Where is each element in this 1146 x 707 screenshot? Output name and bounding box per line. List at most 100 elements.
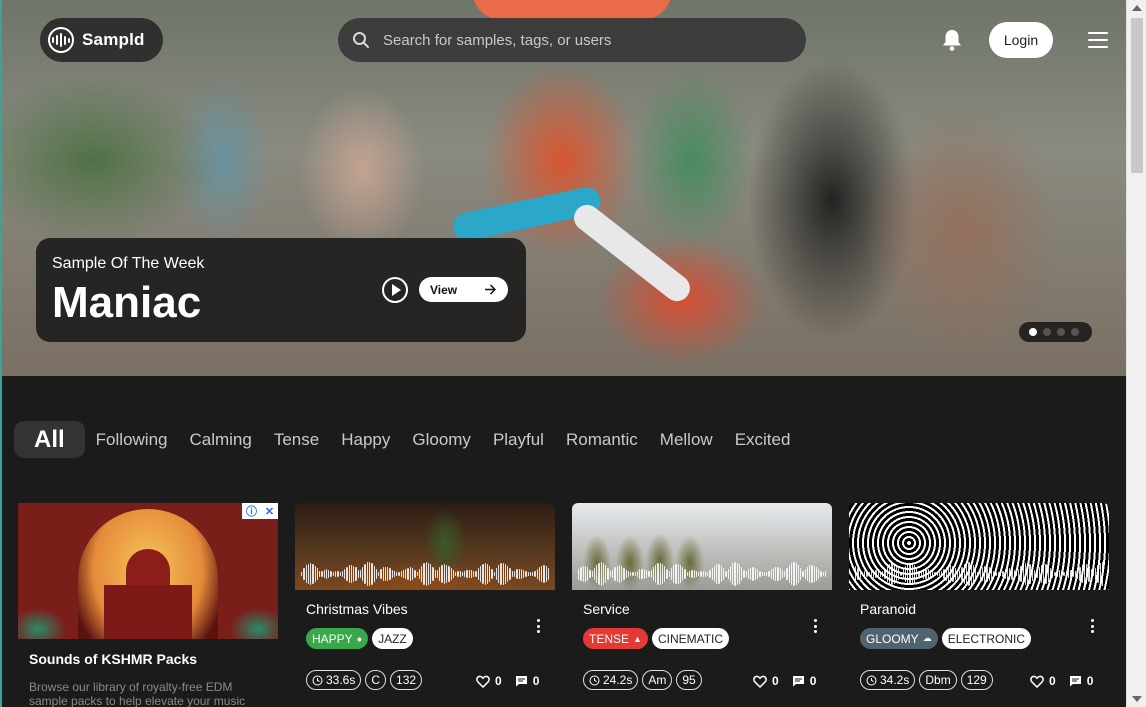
sample-of-the-week-panel: Sample Of The Week Maniac View: [36, 238, 526, 342]
sample-metadata: 34.2s Dbm 129: [860, 670, 993, 690]
bpm-pill: 132: [390, 670, 423, 690]
ad-image[interactable]: ⓘ ✕: [18, 503, 278, 639]
filter-all[interactable]: All: [14, 421, 85, 458]
circle-icon: ●: [356, 633, 363, 644]
sample-card[interactable]: Christmas Vibes HAPPY ● JAZZ 33.6s C 132 …: [295, 503, 555, 707]
comment-count: 0: [532, 674, 540, 688]
ad-choices-icon[interactable]: ⓘ ✕: [242, 503, 278, 519]
comment-count: 0: [1086, 674, 1094, 688]
cloud-icon: ☁: [922, 633, 932, 643]
waveform: [301, 562, 550, 586]
filter-mellow[interactable]: Mellow: [660, 430, 713, 450]
like-count: 0: [772, 674, 779, 688]
mood-tag[interactable]: GLOOMY ☁: [860, 628, 938, 649]
sample-stats: 0 0: [476, 674, 552, 688]
sample-metadata: 33.6s C 132: [306, 670, 423, 690]
arrow-right-icon: [485, 284, 496, 295]
clock-icon: [589, 675, 600, 685]
search-icon: [353, 32, 369, 48]
bpm-pill: 95: [676, 670, 702, 690]
filter-happy[interactable]: Happy: [341, 430, 390, 450]
clock-icon: [312, 675, 323, 685]
window-frame-edge: [0, 0, 2, 707]
notification-bell-icon[interactable]: [941, 28, 963, 52]
filter-calming[interactable]: Calming: [189, 430, 251, 450]
waveform: [578, 562, 827, 586]
sample-cover-image[interactable]: [572, 503, 832, 590]
sample-title[interactable]: Christmas Vibes: [306, 601, 408, 617]
flame-icon: ▲: [633, 633, 642, 644]
sample-card[interactable]: Paranoid GLOOMY ☁ ELECTRONIC 34.2s Dbm 12…: [849, 503, 1109, 707]
key-pill: Am: [642, 670, 673, 690]
sample-title[interactable]: Service: [583, 601, 630, 617]
view-button-label: View: [430, 282, 458, 297]
ad-description: Browse our library of royalty-free EDM s…: [29, 680, 246, 707]
top-navigation-bar: Sampld Login: [0, 0, 1126, 80]
mood-tag[interactable]: HAPPY ●: [306, 628, 369, 649]
waveform: [855, 562, 1104, 586]
play-icon[interactable]: [382, 277, 408, 303]
more-options-icon[interactable]: [1090, 619, 1094, 633]
sampld-logo[interactable]: Sampld: [40, 18, 163, 62]
sample-metadata: 24.2s Am 95: [583, 670, 702, 690]
filter-tense[interactable]: Tense: [274, 430, 319, 450]
more-options-icon[interactable]: [813, 619, 817, 633]
filter-excited[interactable]: Excited: [735, 430, 791, 450]
view-button[interactable]: View: [419, 277, 508, 302]
comment-icon[interactable]: [1069, 675, 1082, 687]
sample-tags: TENSE ▲ CINEMATIC: [583, 628, 730, 649]
carousel-dot[interactable]: [1071, 328, 1079, 336]
mood-tag[interactable]: TENSE ▲: [583, 628, 648, 649]
ad-title[interactable]: Sounds of KSHMR Packs: [29, 651, 197, 667]
duration-pill: 34.2s: [860, 670, 916, 690]
sample-stats: 0 0: [753, 674, 829, 688]
info-icon[interactable]: ⓘ: [246, 503, 257, 519]
comment-icon[interactable]: [515, 675, 528, 687]
page-scrollbar[interactable]: [1126, 0, 1146, 707]
hero-photo-detail: [568, 199, 696, 307]
scroll-down-arrow-icon[interactable]: [1132, 696, 1142, 702]
hamburger-menu-icon[interactable]: [1088, 32, 1108, 48]
like-count: 0: [495, 674, 502, 688]
filter-romantic[interactable]: Romantic: [566, 430, 638, 450]
sample-cover-image[interactable]: [295, 503, 555, 590]
login-button[interactable]: Login: [989, 22, 1053, 58]
genre-tag[interactable]: ELECTRONIC: [941, 628, 1032, 649]
carousel-dot[interactable]: [1043, 328, 1051, 336]
heart-icon[interactable]: [476, 675, 490, 688]
sample-tags: GLOOMY ☁ ELECTRONIC: [860, 628, 1032, 649]
mood-filter-bar: All Following Calming Tense Happy Gloomy Playf…: [14, 421, 812, 458]
sample-of-the-week-label: Sample Of The Week: [52, 255, 205, 272]
scrollbar-thumb[interactable]: [1131, 18, 1143, 173]
sample-card[interactable]: Service TENSE ▲ CINEMATIC 24.2s Am 95 0 0: [572, 503, 832, 707]
comment-icon[interactable]: [792, 675, 805, 687]
heart-icon[interactable]: [753, 675, 767, 688]
clock-icon: [866, 675, 877, 685]
filter-following[interactable]: Following: [96, 430, 168, 450]
search-input[interactable]: [383, 31, 783, 49]
more-options-icon[interactable]: [536, 619, 540, 633]
sample-cover-image[interactable]: [849, 503, 1109, 590]
close-icon[interactable]: ✕: [265, 505, 274, 518]
heart-icon[interactable]: [1030, 675, 1044, 688]
comment-count: 0: [809, 674, 817, 688]
sample-title[interactable]: Paranoid: [860, 601, 916, 617]
ad-artwork: [126, 549, 170, 589]
filter-playful[interactable]: Playful: [493, 430, 544, 450]
ad-card[interactable]: ⓘ ✕ Sounds of KSHMR Packs Browse our lib…: [18, 503, 278, 707]
key-pill: Dbm: [919, 670, 957, 690]
carousel-dot[interactable]: [1029, 328, 1037, 336]
scroll-up-arrow-icon[interactable]: [1132, 5, 1142, 11]
like-count: 0: [1049, 674, 1056, 688]
duration-pill: 33.6s: [306, 670, 362, 690]
carousel-indicator: [1019, 322, 1092, 342]
carousel-dot[interactable]: [1057, 328, 1065, 336]
genre-tag[interactable]: JAZZ: [372, 628, 413, 649]
genre-tag[interactable]: CINEMATIC: [651, 628, 730, 649]
duration-pill: 24.2s: [583, 670, 639, 690]
sample-stats: 0 0: [1030, 674, 1106, 688]
filter-gloomy[interactable]: Gloomy: [412, 430, 471, 450]
logo-text: Sampld: [82, 30, 145, 49]
sample-tags: HAPPY ● JAZZ: [306, 628, 413, 649]
search-bar[interactable]: [338, 18, 806, 62]
